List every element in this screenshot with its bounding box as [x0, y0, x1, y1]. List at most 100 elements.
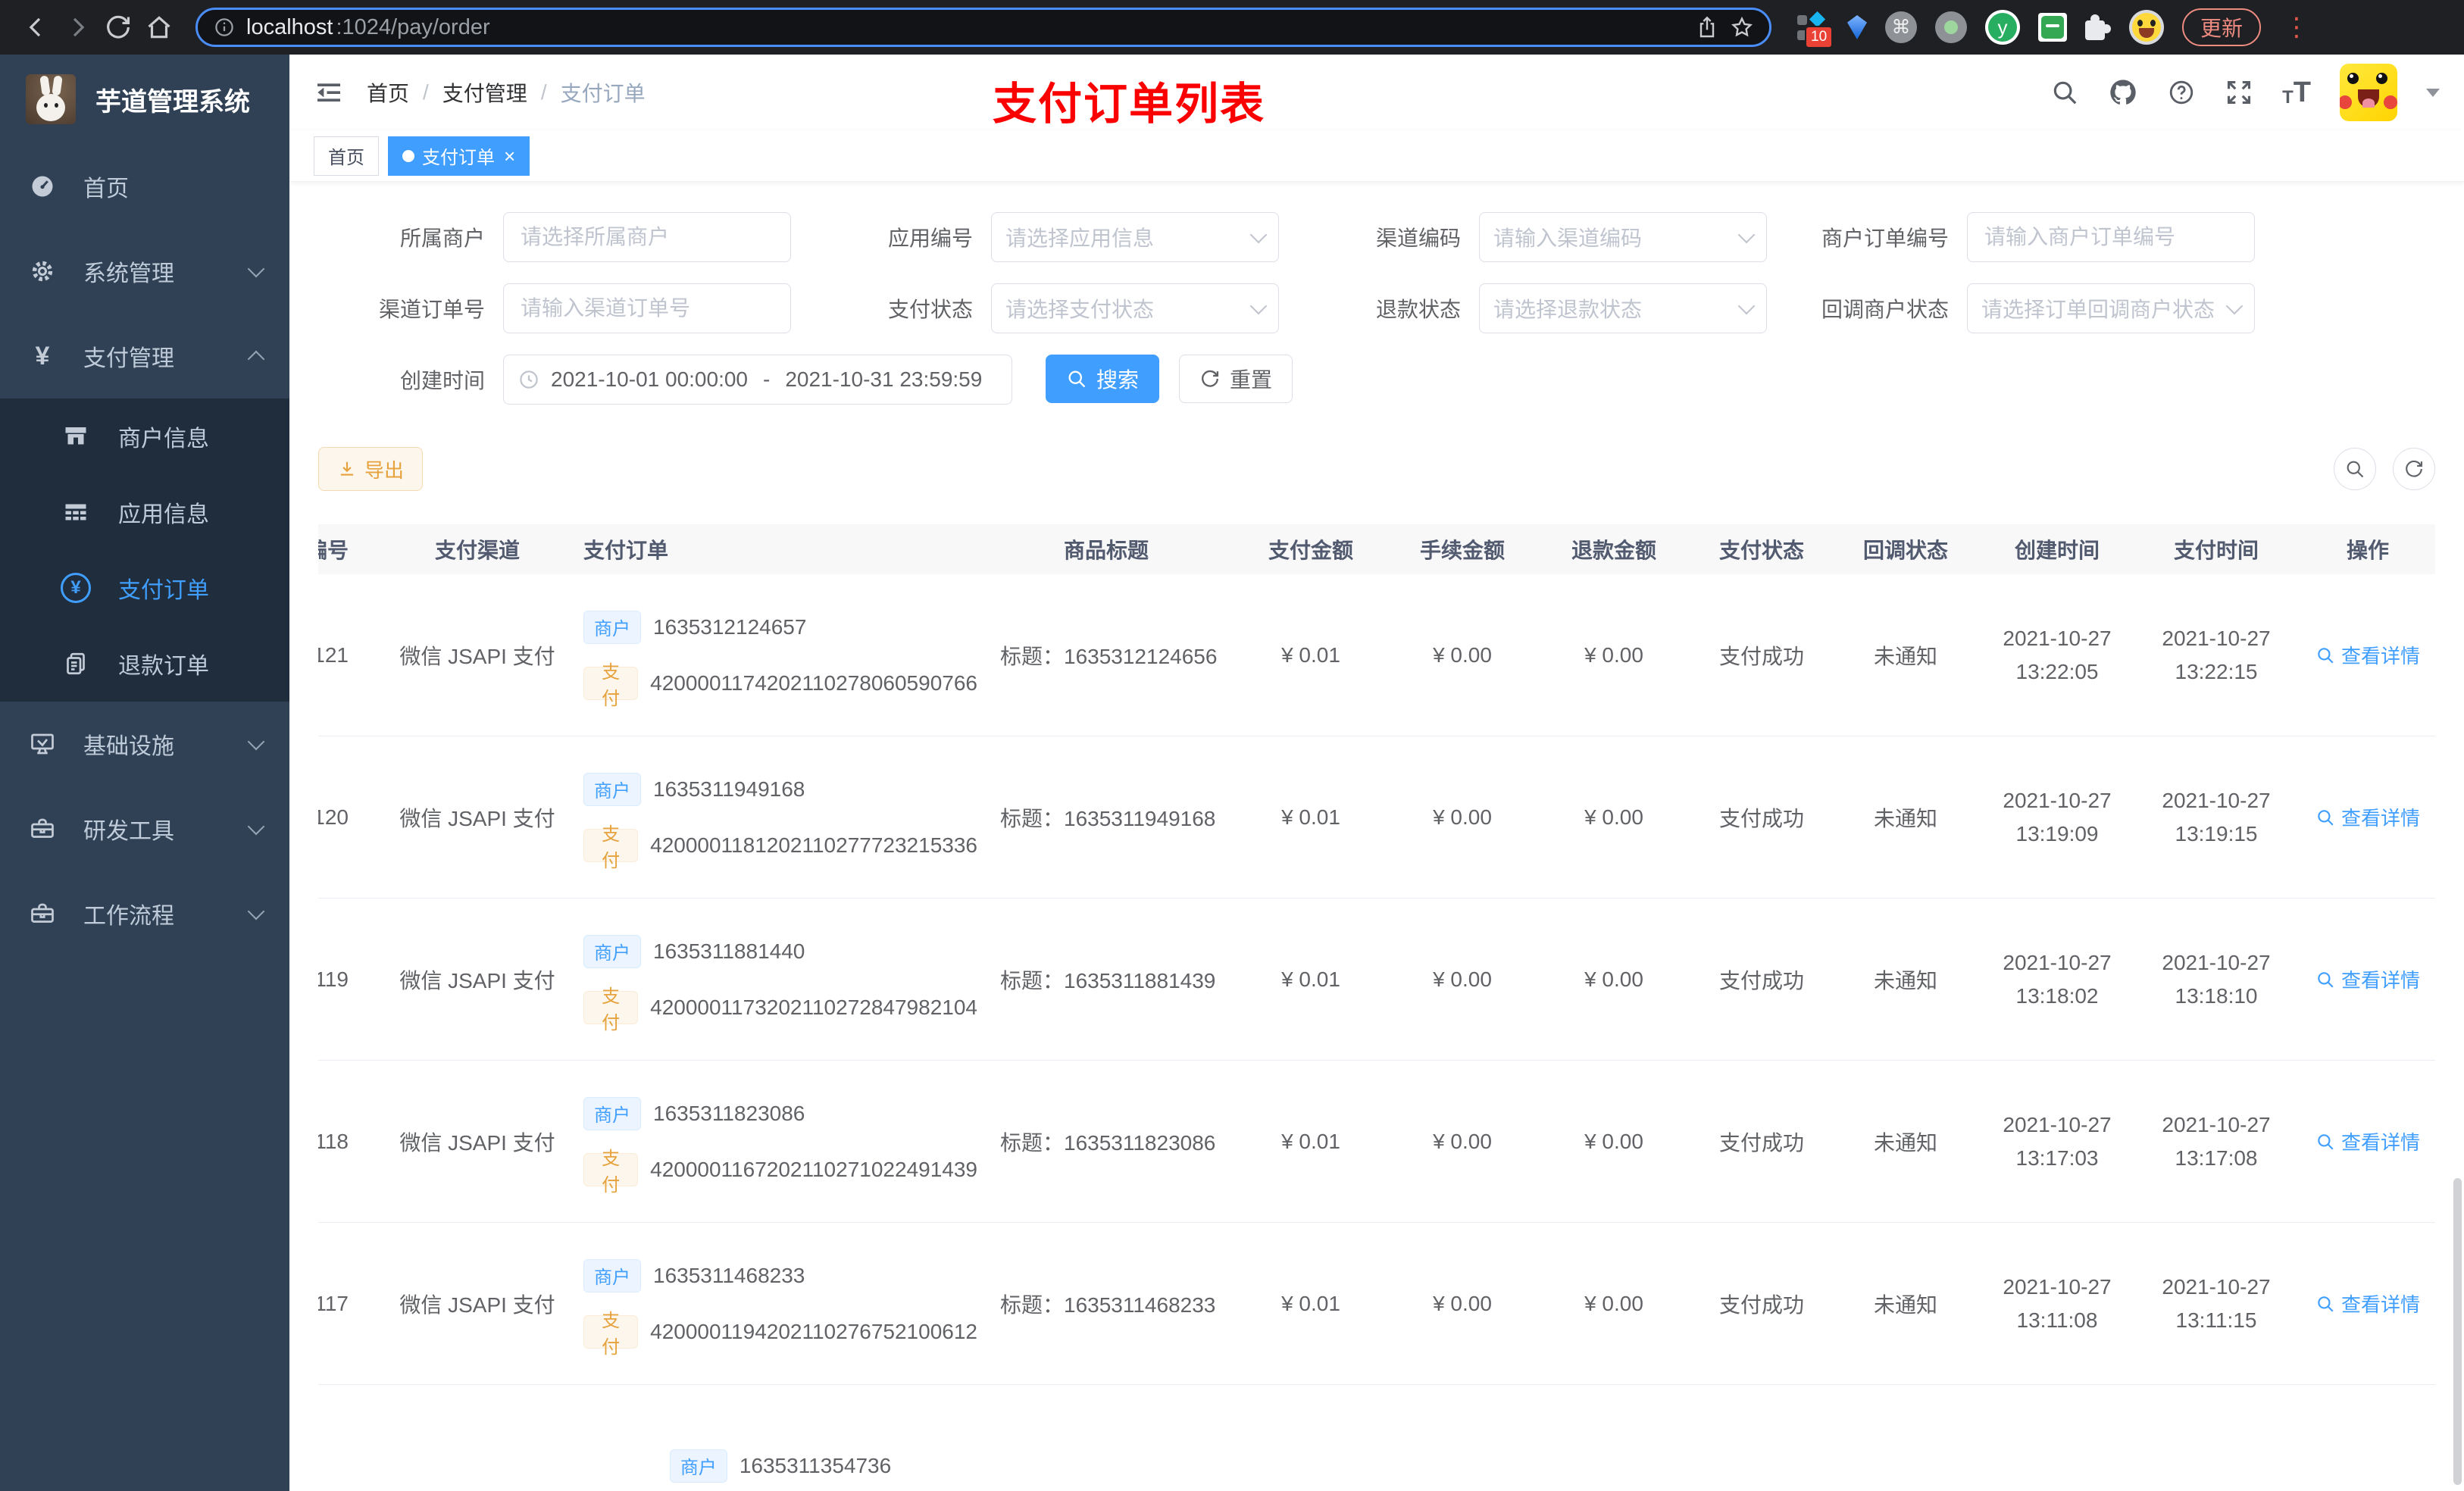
- cell-fee: ¥ 0.00: [1433, 805, 1492, 829]
- extensions-puzzle-icon[interactable]: [2085, 14, 2111, 40]
- sidebar-item-payment[interactable]: ¥ 支付管理: [0, 314, 289, 399]
- sidebar-item-merchant-info[interactable]: 商户信息: [0, 399, 289, 474]
- sidebar-item-app-info[interactable]: 应用信息: [0, 474, 289, 550]
- notify-status-select[interactable]: 请选择订单回调商户状态: [1967, 283, 2255, 333]
- search-button[interactable]: 搜索: [1046, 355, 1160, 403]
- toggle-search-button[interactable]: [2334, 448, 2376, 490]
- extension-chat-icon[interactable]: [2038, 13, 2067, 42]
- filter-app-no: 应用编号 请选择应用信息: [806, 212, 1279, 262]
- sidebar-item-workflow[interactable]: 工作流程: [0, 871, 289, 956]
- breadcrumb-payment[interactable]: 支付管理: [442, 77, 527, 108]
- channel-code-select[interactable]: 请输入渠道编码: [1479, 212, 1767, 262]
- search-icon[interactable]: [2050, 78, 2079, 107]
- site-info-icon[interactable]: [213, 16, 236, 39]
- filter-create-time: 创建时间 2021-10-01 00:00:00 - 2021-10-31 23…: [318, 355, 1012, 405]
- avatar-caret-icon[interactable]: [2426, 88, 2440, 97]
- merchant-tag: 商户: [669, 1449, 727, 1483]
- view-detail-link[interactable]: 查看详情: [2315, 641, 2420, 669]
- bookmark-star-icon[interactable]: [1730, 15, 1754, 39]
- sidebar-item-system[interactable]: 系统管理: [0, 229, 289, 314]
- chevron-down-icon: [247, 260, 265, 278]
- cell-amount: ¥ 0.01: [1281, 642, 1340, 667]
- date-start[interactable]: 2021-10-01 00:00:00: [551, 367, 748, 392]
- cell-amount: [1235, 1385, 1387, 1491]
- table-header: 编号 支付渠道 支付订单 商品标题 支付金额 手续金额 退款金额 支付状态 回调…: [318, 524, 2435, 574]
- merchant-order-no: 1635311823086: [653, 1101, 805, 1125]
- filter-label: 创建时间: [399, 369, 485, 392]
- filter-label: 商户订单编号: [1821, 227, 1949, 250]
- browser-update-button[interactable]: 更新: [2182, 8, 2262, 46]
- merchant-order-no: 1635311468233: [653, 1263, 805, 1287]
- breadcrumb-home[interactable]: 首页: [367, 77, 409, 108]
- sidebar-item-devtools[interactable]: 研发工具: [0, 786, 289, 871]
- view-detail-link[interactable]: 查看详情: [2315, 1289, 2420, 1318]
- extension-command-icon[interactable]: ⌘: [1885, 11, 1917, 43]
- cell-id: 117: [318, 1291, 349, 1315]
- help-icon[interactable]: [2167, 78, 2196, 107]
- extension-gem-icon[interactable]: [1847, 15, 1867, 39]
- extension-y-icon[interactable]: y: [1985, 10, 2020, 45]
- sidebar-toggle-icon[interactable]: [314, 77, 344, 108]
- cell-action: 查看详情: [2296, 899, 2435, 1060]
- refresh-button[interactable]: [2393, 448, 2435, 490]
- url-path: :1024/pay/order: [336, 14, 490, 39]
- profile-avatar-icon[interactable]: [2129, 10, 2164, 45]
- cell-title: 标题：1635311823086: [1000, 1130, 1216, 1155]
- merchant-order-no: 1635311949168: [653, 777, 805, 801]
- pay-order-no: 4200001167202110271022491439: [650, 1157, 977, 1181]
- app-logo-row[interactable]: 芋道管理系统: [0, 55, 289, 144]
- sidebar-item-refund-order[interactable]: 退款订单: [0, 626, 289, 702]
- channel-order-no-input[interactable]: [503, 283, 791, 333]
- tab-home[interactable]: 首页: [314, 136, 379, 176]
- font-size-icon[interactable]: TT: [2282, 78, 2311, 107]
- view-detail-link[interactable]: 查看详情: [2315, 965, 2420, 993]
- cell-title: 标题：1635311949168: [1000, 806, 1216, 830]
- cell-title: 标题：1635311881439: [1000, 968, 1216, 992]
- date-end[interactable]: 2021-10-31 23:59:59: [785, 367, 982, 392]
- url-bar[interactable]: localhost:1024/pay/order: [195, 8, 1771, 47]
- user-avatar[interactable]: [2340, 64, 2397, 121]
- share-icon[interactable]: [1695, 15, 1719, 39]
- browser-home-icon[interactable]: [142, 11, 176, 44]
- col-amount: 支付金额: [1268, 539, 1353, 562]
- export-button[interactable]: 导出: [318, 447, 424, 491]
- sidebar-item-infra[interactable]: 基础设施: [0, 702, 289, 786]
- cell-action: 查看详情: [2296, 736, 2435, 898]
- reset-button[interactable]: 重置: [1179, 355, 1293, 403]
- orders-table: 编号 支付渠道 支付订单 商品标题 支付金额 手续金额 退款金额 支付状态 回调…: [318, 524, 2435, 1491]
- merchant-tag: 商户: [583, 1258, 641, 1293]
- cell-fee: ¥ 0.00: [1433, 642, 1492, 667]
- view-detail-link[interactable]: 查看详情: [2315, 1127, 2420, 1155]
- extension-dot-icon[interactable]: [1935, 11, 1967, 43]
- pay-tag: 支付: [583, 1311, 639, 1358]
- app-no-select[interactable]: 请选择应用信息: [991, 212, 1279, 262]
- page-scrollbar[interactable]: [2453, 1178, 2462, 1485]
- cell-id: 118: [318, 1129, 349, 1153]
- merchant-input[interactable]: [503, 212, 791, 262]
- table-row: 119 微信 JSAPI 支付 商户 1635311881440 支付 4200…: [318, 899, 2435, 1061]
- merchant-order-no-input[interactable]: [1967, 212, 2255, 262]
- sidebar-item-pay-order[interactable]: ¥ 支付订单: [0, 550, 289, 626]
- cell-status: 支付成功: [1718, 968, 1804, 992]
- github-icon[interactable]: [2108, 77, 2138, 108]
- browser-menu-icon[interactable]: ⋮: [2279, 14, 2314, 40]
- tab-pay-order[interactable]: 支付订单 ×: [388, 136, 530, 176]
- cell-order: 商户 1635311354736 支付: [568, 1385, 977, 1491]
- date-range-picker[interactable]: 2021-10-01 00:00:00 - 2021-10-31 23:59:5…: [503, 355, 1012, 405]
- sidebar-item-home[interactable]: 首页: [0, 144, 289, 229]
- view-detail-link[interactable]: 查看详情: [2315, 803, 2420, 831]
- filter-label: 所属商户: [399, 227, 485, 250]
- close-icon[interactable]: ×: [504, 146, 515, 166]
- pay-status-select[interactable]: 请选择支付状态: [991, 283, 1279, 333]
- refund-status-select[interactable]: 请选择退款状态: [1479, 283, 1767, 333]
- fullscreen-icon[interactable]: [2225, 78, 2253, 107]
- browser-reload-icon[interactable]: [102, 11, 135, 44]
- browser-forward-icon[interactable]: [61, 11, 94, 44]
- cell-fee: ¥ 0.00: [1433, 1291, 1492, 1315]
- extension-blocks-icon[interactable]: 10: [1796, 9, 1834, 48]
- filter-channel-code: 渠道编码 请输入渠道编码: [1294, 212, 1767, 262]
- cell-id: 120: [318, 805, 349, 829]
- table-row: 商户 1635311354736 支付: [318, 1385, 2435, 1491]
- browser-back-icon[interactable]: [20, 11, 53, 44]
- chevron-down-icon: [247, 817, 265, 836]
